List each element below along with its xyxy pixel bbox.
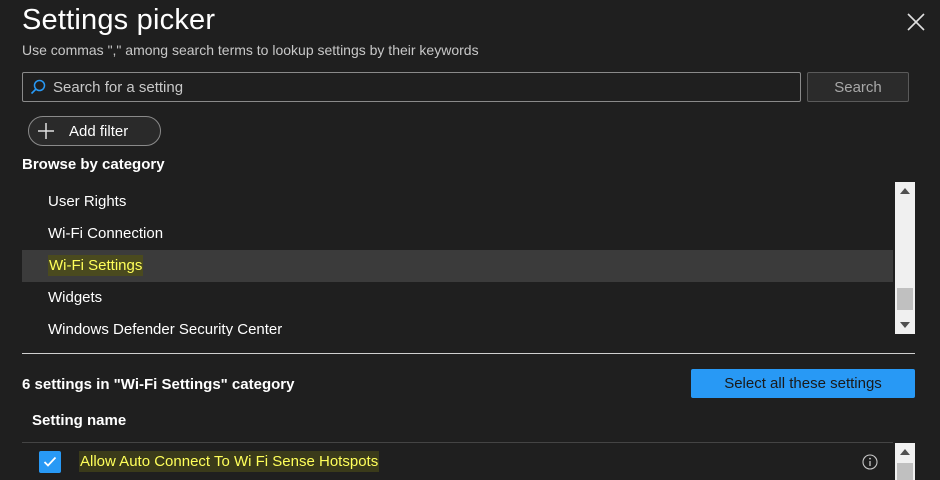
category-item-wifi-settings[interactable]: Wi-Fi Settings	[22, 250, 893, 282]
scrollbar-thumb[interactable]	[897, 288, 913, 310]
column-header-setting-name[interactable]: Setting name	[32, 412, 126, 429]
results-count: 6 settings in "Wi-Fi Settings" category	[22, 376, 295, 393]
chevron-up-icon[interactable]	[895, 443, 915, 461]
category-item-windows-defender-security-center[interactable]: Windows Defender Security Center	[22, 314, 893, 336]
dialog-title: Settings picker	[22, 4, 216, 36]
check-icon	[43, 456, 57, 467]
dialog-subtitle: Use commas "," among search terms to loo…	[22, 42, 479, 58]
add-filter-label: Add filter	[69, 122, 129, 140]
category-label: Windows Defender Security Center	[48, 321, 283, 336]
category-item-widgets[interactable]: Widgets	[22, 282, 893, 314]
close-icon[interactable]	[904, 10, 928, 34]
category-scrollbar[interactable]	[895, 182, 915, 334]
chevron-up-icon[interactable]	[895, 182, 915, 200]
setting-label: Allow Auto Connect To Wi Fi Sense Hotspo…	[79, 451, 380, 472]
category-label: Widgets	[48, 289, 103, 306]
category-item-wifi-connection[interactable]: Wi-Fi Connection	[22, 218, 893, 250]
search-input[interactable]	[53, 73, 800, 101]
close-button[interactable]	[904, 10, 928, 34]
category-item-user-rights[interactable]: User Rights	[22, 186, 893, 218]
browse-heading: Browse by category	[22, 156, 165, 173]
select-all-button[interactable]: Select all these settings	[691, 369, 915, 398]
category-list: User Rights Wi-Fi Connection Wi-Fi Setti…	[22, 182, 893, 336]
category-label: User Rights	[48, 193, 127, 210]
add-filter-button[interactable]: Add filter	[28, 116, 161, 146]
scrollbar-thumb[interactable]	[897, 463, 913, 480]
setting-label-text: Allow Auto Connect To Wi Fi Sense Hotspo…	[79, 451, 380, 472]
chevron-down-icon[interactable]	[895, 316, 915, 334]
plus-icon	[31, 117, 61, 145]
search-button[interactable]: Search	[807, 72, 909, 102]
setting-checkbox[interactable]	[39, 450, 61, 473]
section-divider	[22, 353, 915, 354]
setting-row[interactable]: Allow Auto Connect To Wi Fi Sense Hotspo…	[22, 443, 893, 480]
search-icon	[23, 73, 53, 101]
category-label: Wi-Fi Settings	[48, 255, 144, 276]
category-label: Wi-Fi Connection	[48, 225, 164, 242]
search-field[interactable]	[22, 72, 801, 102]
info-icon[interactable]	[862, 454, 878, 470]
settings-scrollbar[interactable]	[895, 443, 915, 480]
